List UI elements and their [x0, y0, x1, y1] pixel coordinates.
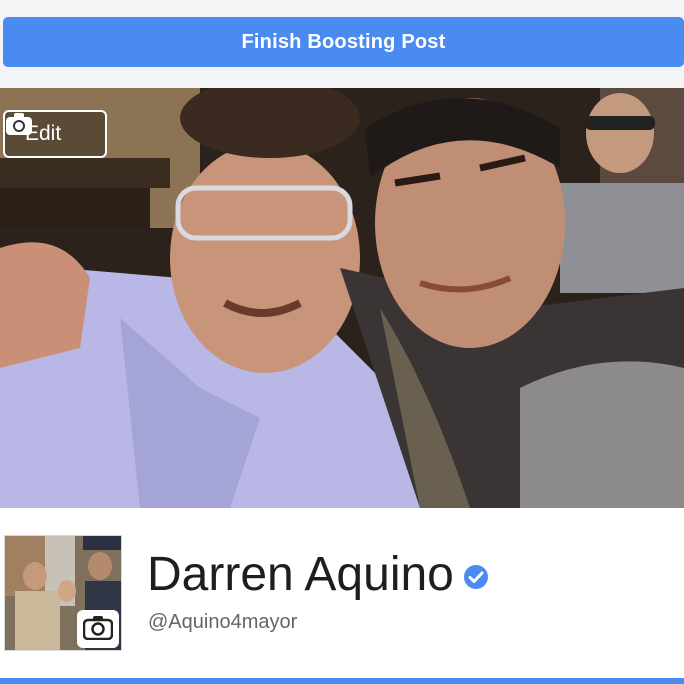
- top-bar: Finish Boosting Post: [0, 0, 684, 88]
- edit-cover-button[interactable]: Edit: [3, 110, 107, 158]
- profile-name[interactable]: Darren Aquino: [147, 546, 454, 604]
- profile-handle[interactable]: @Aquino4mayor: [148, 611, 297, 634]
- finish-boosting-post-button[interactable]: Finish Boosting Post: [3, 17, 684, 67]
- verified-badge-icon: [463, 564, 489, 590]
- finish-boosting-post-label: Finish Boosting Post: [241, 30, 446, 53]
- bottom-accent-bar: [0, 678, 684, 684]
- profile-header: Darren Aquino @Aquino4mayor: [0, 508, 684, 678]
- avatar[interactable]: [4, 535, 122, 651]
- avatar-camera-button[interactable]: [77, 610, 119, 648]
- cover-photo[interactable]: Edit: [0, 88, 684, 508]
- camera-icon: [82, 614, 114, 645]
